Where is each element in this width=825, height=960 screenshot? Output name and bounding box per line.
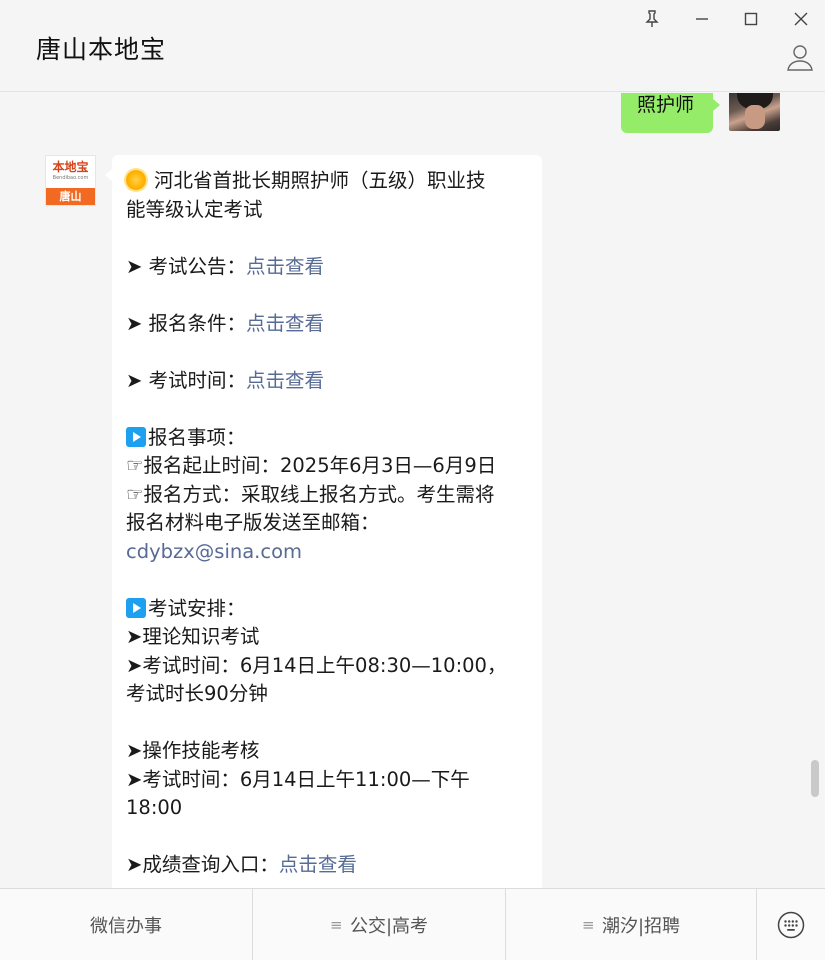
score-query: ➤成绩查询入口：点击查看 [126, 853, 357, 876]
official-account-avatar[interactable]: 本地宝 Bendibao.com 唐山 [45, 155, 96, 206]
practical-exam-time: ➤考试时间：6月14日上午11:00—下午 [126, 767, 470, 791]
menu-item-bus-gaokao[interactable]: ≡ 公交|高考 [253, 889, 506, 960]
theory-exam-duration: 考试时长90分钟 [126, 682, 268, 705]
sun-icon [126, 170, 146, 190]
registration-method-cont: 报名材料电子版发送至邮箱： [126, 511, 380, 534]
outgoing-message-text: 照护师 [637, 94, 695, 116]
avatar-logo-sub: Bendibao.com [52, 175, 89, 181]
message-title-cont: 能等级认定考试 [126, 197, 263, 221]
score-query-link[interactable]: 点击查看 [279, 853, 357, 876]
registration-time: ☞报名起止时间：2025年6月3日—6月9日 [126, 454, 497, 477]
item-exam-time: ➤ 考试时间：点击查看 [126, 368, 325, 392]
title-bar: 唐山本地宝 [0, 0, 825, 92]
avatar-city: 唐山 [46, 188, 95, 205]
theory-exam-time: ➤考试时间：6月14日上午08:30—10:00， [126, 653, 507, 677]
bottom-menu: 微信办事 ≡ 公交|高考 ≡ 潮汐|招聘 [0, 888, 825, 960]
registration-method: ☞报名方式：采取线上报名方式。考生需将 [126, 482, 495, 506]
avatar-logo-text: 本地宝 [52, 160, 89, 174]
menu-item-label: 潮汐|招聘 [601, 916, 681, 937]
play-icon [126, 597, 146, 618]
registration-conditions-link[interactable]: 点击查看 [246, 312, 324, 335]
outgoing-message[interactable]: 照护师 [621, 93, 720, 133]
user-icon[interactable] [786, 43, 814, 71]
avatar-face [745, 105, 765, 129]
avatar-logo: 本地宝 Bendibao.com [46, 160, 95, 190]
chat-scrollbar[interactable] [811, 760, 819, 797]
practical-exam-time-cont: 18:00 [126, 796, 183, 819]
play-icon [126, 426, 146, 447]
menu-item-wechat-service[interactable]: 微信办事 [0, 889, 253, 960]
message-title: 河北省首批长期照护师（五级）职业技 [126, 167, 528, 196]
maximize-icon[interactable] [739, 8, 763, 30]
item-exam-notice: ➤ 考试公告：点击查看 [126, 254, 325, 278]
minimize-icon[interactable] [690, 8, 714, 30]
pin-icon[interactable] [640, 8, 664, 30]
theory-exam-title: ➤理论知识考试 [126, 625, 260, 648]
my-avatar[interactable] [729, 93, 780, 131]
chat-title: 唐山本地宝 [36, 35, 167, 64]
exam-heading: 考试安排： [126, 595, 528, 624]
menu-lines-icon: ≡ [329, 916, 343, 934]
close-icon[interactable] [789, 8, 813, 30]
exam-time-link[interactable]: 点击查看 [246, 369, 324, 392]
menu-item-label: 微信办事 [90, 916, 162, 937]
practical-exam-title: ➤操作技能考核 [126, 739, 260, 762]
registration-heading: 报名事项： [126, 424, 528, 453]
incoming-message[interactable]: 河北省首批长期照护师（五级）职业技 能等级认定考试 ➤ 考试公告：点击查看 ➤ … [105, 155, 542, 888]
item-registration-conditions: ➤ 报名条件：点击查看 [126, 311, 325, 335]
menu-item-label: 公交|高考 [349, 916, 429, 937]
keyboard-toggle-button[interactable] [757, 889, 825, 960]
menu-lines-icon: ≡ [581, 916, 595, 934]
chat-area[interactable]: 照护师 本地宝 Bendibao.com 唐山 河北省首批长期照护师（五级）职业… [0, 93, 825, 888]
menu-item-tide-recruit[interactable]: ≡ 潮汐|招聘 [506, 889, 757, 960]
keyboard-icon [777, 911, 805, 939]
email-link[interactable]: cdybzx@sina.com [126, 538, 528, 567]
exam-notice-link[interactable]: 点击查看 [246, 255, 324, 278]
